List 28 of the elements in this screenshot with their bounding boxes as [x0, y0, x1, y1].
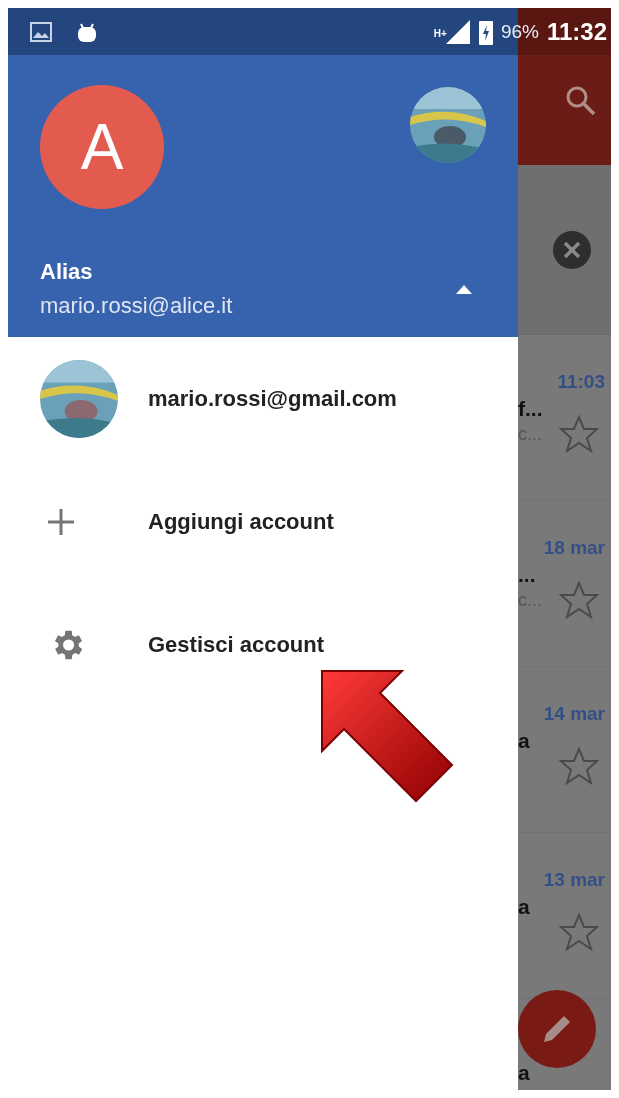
avatar[interactable]: A — [40, 85, 164, 209]
battery-percent: 96% — [500, 20, 539, 43]
image-icon — [30, 21, 52, 42]
account-email: mario.rossi@alice.it — [40, 293, 233, 319]
network-type: H+ — [433, 27, 447, 39]
drawer-item[interactable]: Aggiungi account — [8, 460, 518, 583]
drawer-item[interactable]: Gestisci account — [8, 583, 518, 706]
star-icon[interactable] — [559, 747, 599, 785]
plus-icon — [48, 508, 74, 535]
star-icon[interactable] — [559, 415, 599, 453]
battery-icon — [478, 18, 493, 45]
close-icon[interactable] — [552, 230, 591, 269]
mail-sender: a — [518, 895, 531, 919]
star-icon[interactable] — [559, 581, 599, 619]
mail-sender: f... — [518, 397, 544, 421]
mail-date: 14 mar — [543, 703, 606, 725]
clock: 11:32 — [546, 17, 607, 46]
mail-sender: a — [518, 1061, 531, 1085]
mail-date: 11:03 — [557, 371, 606, 393]
search-icon[interactable] — [565, 85, 597, 117]
caret-icon[interactable] — [456, 284, 472, 294]
star-icon[interactable] — [559, 913, 599, 951]
mail-sender: ... — [518, 563, 537, 587]
drawer-item[interactable]: mario.rossi@gmail.com — [8, 337, 518, 460]
account-name: Alias — [40, 259, 94, 285]
mail-date: 18 mar — [543, 537, 606, 559]
mail-sender: a — [518, 729, 531, 753]
mail-date: 13 mar — [543, 869, 606, 891]
